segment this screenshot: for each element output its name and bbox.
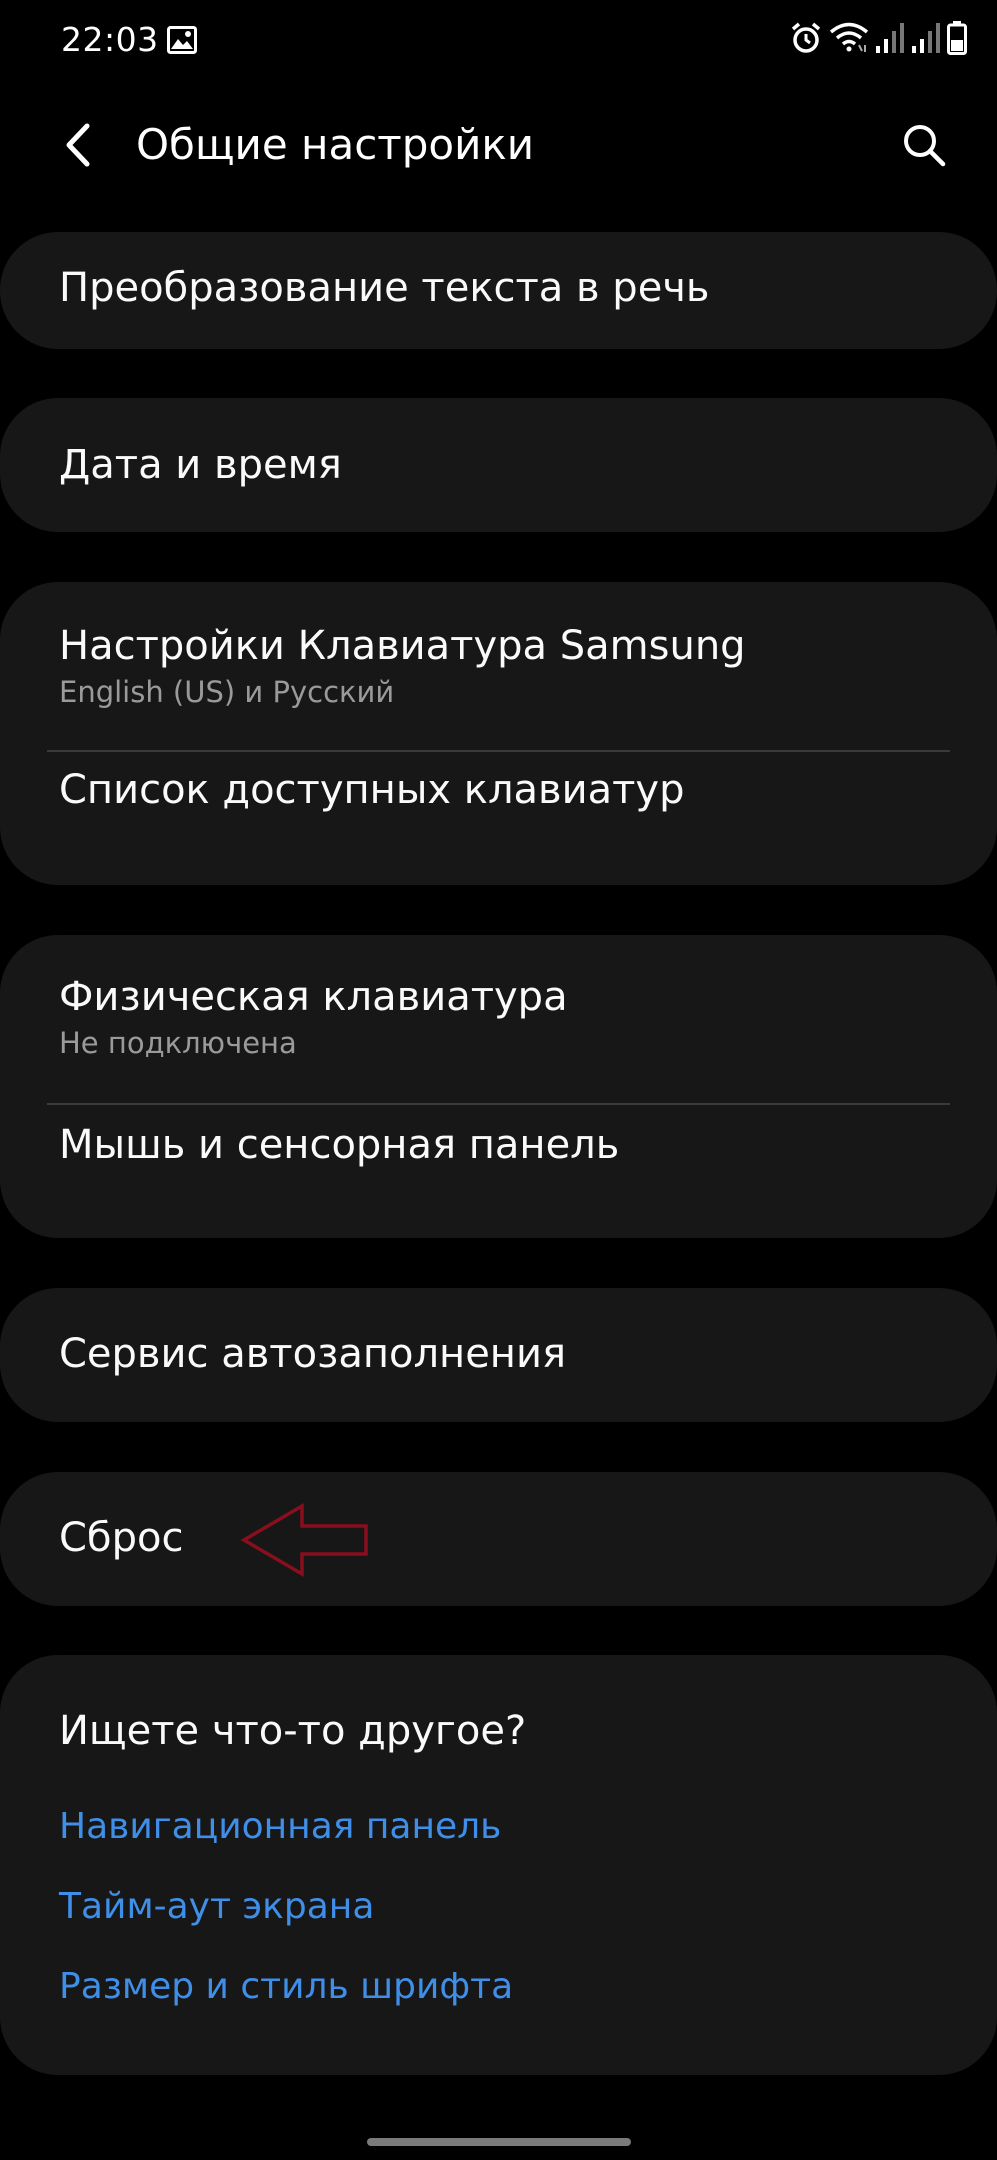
menu-item-title: Сброс: [59, 1515, 184, 1561]
card-reset: Сброс: [0, 1472, 997, 1606]
signal-icon: [911, 22, 941, 58]
back-arrow-icon: [66, 123, 90, 167]
menu-item-subtitle: Не подключена: [59, 1026, 297, 1060]
gallery-icon: [167, 26, 197, 58]
suggestions-heading: Ищете что-то другое?: [59, 1708, 527, 1754]
battery-icon: [947, 21, 967, 59]
page-title: Общие настройки: [136, 120, 535, 169]
menu-item-title: Настройки Клавиатура Samsung: [59, 623, 746, 669]
back-button[interactable]: [50, 112, 106, 178]
search-icon: [904, 125, 946, 167]
suggestion-link-font-size-style[interactable]: Размер и стиль шрифта: [59, 1965, 513, 2009]
search-button[interactable]: [893, 114, 955, 176]
alarm-icon: [789, 21, 823, 59]
menu-item-title: Дата и время: [59, 442, 342, 488]
menu-item-mouse-touchpad[interactable]: Мышь и сенсорная панель: [0, 1105, 997, 1238]
home-indicator[interactable]: [367, 2138, 631, 2146]
menu-item-title: Список доступных клавиатур: [59, 767, 685, 813]
card-datetime: Дата и время: [0, 398, 997, 532]
status-icons: [789, 21, 967, 59]
suggestion-link-screen-timeout[interactable]: Тайм-аут экрана: [59, 1885, 374, 1929]
signal-icon: [875, 22, 905, 58]
card-tts: Преобразование текста в речь: [0, 232, 997, 349]
red-arrow-left-icon: [240, 1502, 368, 1578]
menu-item-autofill[interactable]: Сервис автозаполнения: [0, 1288, 997, 1422]
menu-item-tts[interactable]: Преобразование текста в речь: [0, 232, 997, 349]
menu-item-subtitle: English (US) и Русский: [59, 675, 395, 709]
menu-item-title: Сервис автозаполнения: [59, 1331, 567, 1377]
status-bar: 22:03: [0, 0, 997, 80]
card-autofill: Сервис автозаполнения: [0, 1288, 997, 1422]
app-bar: Общие настройки: [0, 100, 997, 190]
menu-item-samsung-keyboard[interactable]: Настройки Клавиатура Samsung English (US…: [0, 582, 997, 752]
menu-item-physical-keyboard[interactable]: Физическая клавиатура Не подключена: [0, 935, 997, 1105]
menu-item-title: Мышь и сенсорная панель: [59, 1122, 620, 1168]
card-input-devices: Физическая клавиатура Не подключена Мышь…: [0, 935, 997, 1238]
card-keyboards: Настройки Клавиатура Samsung English (US…: [0, 582, 997, 885]
menu-item-reset[interactable]: Сброс: [0, 1472, 997, 1606]
suggestion-link-navigation-bar[interactable]: Навигационная панель: [59, 1805, 501, 1849]
menu-item-title: Физическая клавиатура: [59, 974, 568, 1020]
card-suggestions: Ищете что-то другое? Навигационная панел…: [0, 1655, 997, 2075]
wifi-icon: [829, 21, 869, 59]
menu-item-keyboard-list[interactable]: Список доступных клавиатур: [0, 752, 997, 885]
menu-item-datetime[interactable]: Дата и время: [0, 398, 997, 532]
menu-item-title: Преобразование текста в речь: [59, 265, 710, 311]
status-time: 22:03: [61, 20, 159, 59]
